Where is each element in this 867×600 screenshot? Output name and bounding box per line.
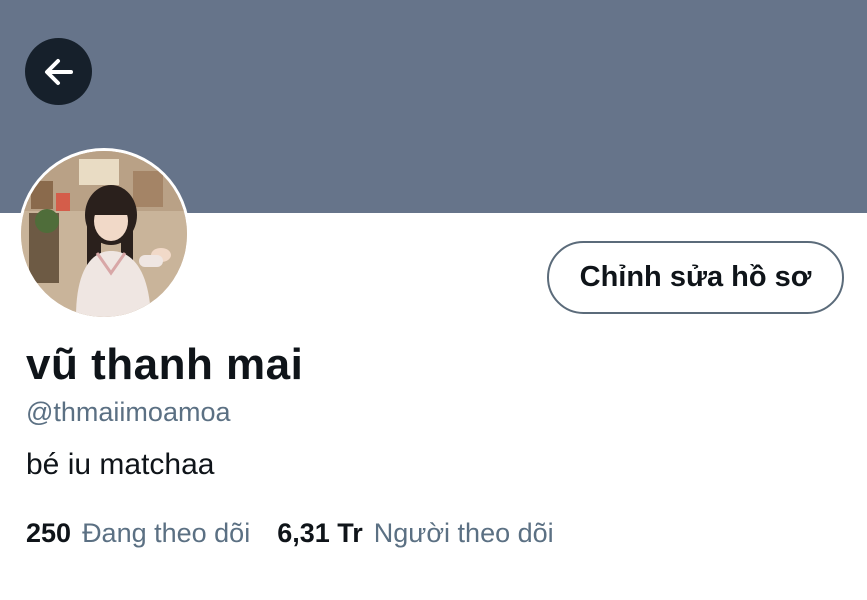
- profile-handle: @thmaiimoamoa: [26, 397, 231, 427]
- profile-name: vũ thanh mai: [26, 340, 304, 389]
- following-label: Đang theo dõi: [82, 518, 251, 548]
- following-stat[interactable]: 250 Đang theo dõi: [26, 518, 250, 549]
- followers-label: Người theo dõi: [373, 518, 554, 548]
- followers-stat[interactable]: 6,31 Tr Người theo dõi: [277, 518, 553, 549]
- back-button[interactable]: [25, 38, 92, 105]
- avatar[interactable]: [18, 148, 190, 320]
- arrow-left-icon: [44, 58, 73, 85]
- profile-stats: 250 Đang theo dõi 6,31 Tr Người theo dõi: [26, 518, 554, 549]
- avatar-photo: [21, 151, 187, 317]
- profile-bio: bé iu matchaa: [26, 448, 215, 481]
- followers-count: 6,31 Tr: [277, 518, 363, 548]
- edit-profile-button[interactable]: Chỉnh sửa hồ sơ: [547, 241, 844, 314]
- following-count: 250: [26, 518, 72, 548]
